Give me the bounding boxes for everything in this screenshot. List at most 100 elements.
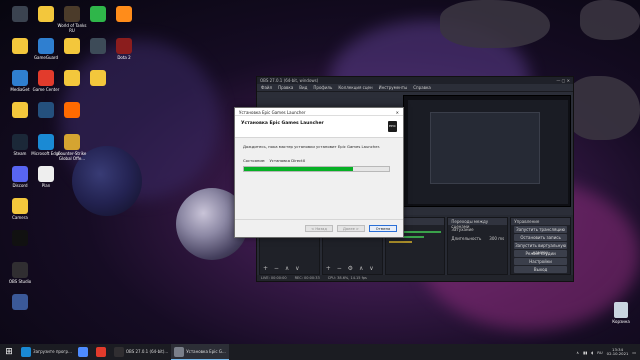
installer-heading: Установка Epic Games Launcher (241, 121, 324, 126)
app-icon (12, 198, 28, 214)
desktop-icon-label: MediaGet (10, 87, 30, 92)
desktop-icon[interactable]: Plan (31, 166, 61, 188)
obs-menubar: Файл Правка Вид Профиль Коллекция сцен Инстру… (257, 84, 573, 92)
duration-label: Длительность (451, 236, 482, 241)
obs-control-button[interactable]: Запустить трансляцию (514, 226, 567, 233)
installer-header: Установка Epic Games Launcher EPIC (235, 116, 403, 138)
app-icon (12, 6, 28, 22)
desktop-icon[interactable] (5, 230, 35, 247)
app-icon (64, 102, 80, 118)
installer-window-title: Установка Epic Games Launcher (239, 110, 306, 115)
installer-dialog[interactable]: Установка Epic Games Launcher ✕ Установк… (234, 107, 404, 238)
taskbar-app-icon (174, 346, 185, 357)
rec-time: REC: 00:00:33 (294, 276, 320, 280)
taskbar-item[interactable]: Установка Epic G... (171, 344, 229, 360)
app-icon (12, 230, 28, 246)
obs-control-button[interactable]: Остановить запись (514, 234, 567, 241)
source-tools-icon[interactable]: + − ⚙ ∧ ∨ (326, 265, 376, 272)
controls-dock: Управление Запустить трансляцию Остановит… (510, 217, 571, 275)
duration-input[interactable]: 300 ms (489, 236, 504, 241)
obs-control-button[interactable]: Настройки (514, 258, 567, 265)
back-button[interactable]: < Назад (305, 225, 333, 232)
taskbar-item-label: Установка Epic G... (186, 349, 226, 354)
obs-menu-item[interactable]: Инструменты (379, 85, 408, 90)
scene-tools-icon[interactable]: + − ∧ ∨ (263, 265, 302, 272)
audio-meter (388, 241, 413, 243)
desktop-icon-label: Counter-Strike Global Offe... (57, 151, 87, 161)
app-icon (64, 6, 80, 22)
transitions-dock: Переходы между сценами Затухание Длитель… (447, 217, 509, 275)
desktop-icon[interactable] (83, 70, 113, 87)
app-icon (38, 38, 54, 54)
transition-select[interactable]: Затухание (451, 227, 473, 232)
app-icon (38, 6, 54, 22)
app-icon (38, 102, 54, 118)
next-button[interactable]: Далее > (337, 225, 365, 232)
installer-titlebar[interactable]: Установка Epic Games Launcher ✕ (235, 108, 403, 116)
taskbar-item[interactable] (93, 344, 111, 360)
taskbar-item[interactable] (75, 344, 93, 360)
installer-footer: < Назад Далее > Отмена (235, 219, 403, 237)
app-icon (90, 70, 106, 86)
desktop-icon-label: Game Center (32, 87, 60, 92)
app-icon (64, 38, 80, 54)
desktop-icon-label: World of Tanks RU (57, 23, 87, 33)
desktop-icon[interactable] (109, 6, 139, 23)
window-controls-icon[interactable]: — ▢ ✕ (556, 78, 570, 83)
preview-nested-capture (430, 112, 540, 184)
asteroid (440, 0, 550, 48)
transitions-header: Переходы между сценами (448, 218, 508, 229)
taskbar-item[interactable]: Загрузите прогр... (18, 344, 75, 360)
controls-header: Управление (511, 218, 570, 225)
app-icon (12, 102, 28, 118)
obs-menu-item[interactable]: Профиль (313, 85, 332, 90)
desktop-icon[interactable] (5, 294, 35, 311)
desktop-icon[interactable]: Camera (5, 198, 35, 220)
start-menu-icon[interactable]: ⊞ (0, 344, 18, 360)
desktop-icon[interactable] (57, 102, 87, 119)
taskbar-item[interactable]: OBS 27.0.1 (64-bit)... (111, 344, 171, 360)
app-icon (38, 134, 54, 150)
recycle-bin-icon[interactable]: Корзина (606, 302, 636, 324)
tray-chevron-icon[interactable]: ∧ (576, 350, 579, 355)
taskbar: ⊞ Загрузите прогр... OBS 27.0.1 (64-bit).… (0, 344, 640, 360)
app-icon (116, 6, 132, 22)
desktop-icon[interactable]: Counter-Strike Global Offe... (57, 134, 87, 161)
obs-menu-item[interactable]: Файл (261, 85, 272, 90)
app-icon (116, 38, 132, 54)
app-icon (64, 134, 80, 150)
obs-control-button[interactable]: Режим студии (514, 250, 567, 257)
taskbar-app-icon (113, 346, 124, 357)
obs-control-button[interactable]: Запустить виртуальную камеру (514, 242, 567, 255)
obs-menu-item[interactable]: Правка (278, 85, 293, 90)
obs-menu-item[interactable]: Справка (413, 85, 431, 90)
obs-titlebar[interactable]: OBS 27.0.1 (64-bit, windows) — ▢ ✕ (257, 77, 573, 84)
volume-icon[interactable]: ◖ (591, 350, 593, 355)
desktop-icon-label: GameGuard (33, 55, 59, 60)
notifications-icon[interactable]: ▭ (632, 350, 636, 355)
cancel-button[interactable]: Отмена (369, 225, 397, 232)
desktop-icon-label: Steam (13, 151, 27, 156)
installer-body: Дождитесь, пока мастер установки установ… (235, 138, 403, 178)
app-icon (90, 6, 106, 22)
desktop-icon[interactable]: OBS Studio (5, 262, 35, 284)
obs-menu-item[interactable]: Вид (299, 85, 307, 90)
app-icon (12, 262, 28, 278)
close-icon[interactable]: ✕ (396, 110, 399, 115)
recycle-bin-label: Корзина (612, 319, 630, 324)
obs-menu-item[interactable]: Коллекция сцен (338, 85, 372, 90)
obs-preview[interactable] (403, 95, 571, 207)
clock-date: 02.10.2021 (606, 351, 629, 356)
network-icon[interactable]: ▮▮ (583, 350, 587, 355)
installer-message: Дождитесь, пока мастер установки установ… (243, 144, 381, 149)
system-tray: ∧ ▮▮ ◖ RU 13:34 02.10.2021 ▭ (576, 347, 640, 357)
taskbar-item-label: Загрузите прогр... (33, 349, 72, 354)
app-icon (38, 166, 54, 182)
taskbar-app-icon (21, 346, 31, 357)
language-indicator[interactable]: RU (597, 350, 602, 355)
desktop-icon[interactable]: Dota 2 (109, 38, 139, 60)
cpu-usage: CPU: 38.6%, 14.15 fps (327, 276, 367, 280)
obs-control-button[interactable]: Выход (514, 266, 567, 273)
clock[interactable]: 13:34 02.10.2021 (606, 347, 629, 357)
desktop-icon-label: Dota 2 (117, 55, 131, 60)
